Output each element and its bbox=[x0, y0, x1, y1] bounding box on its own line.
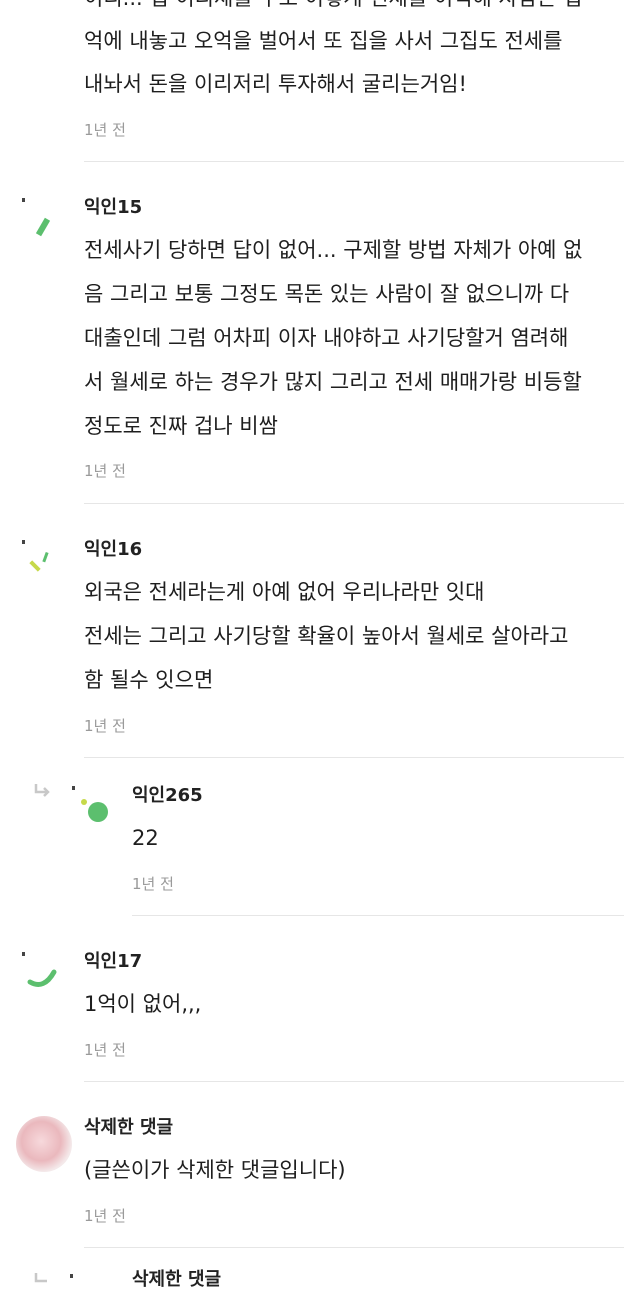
comment-body-line: 전세는 그리고 사기당할 확율이 높아서 월세로 살아라고 bbox=[84, 624, 569, 648]
comment-author[interactable]: 삭제한 댓글 bbox=[132, 1268, 221, 1292]
divider bbox=[84, 161, 624, 162]
comment-body-line: 22 bbox=[132, 826, 159, 850]
divider bbox=[84, 1247, 624, 1248]
comment-body-line: 전세사기 당하면 답이 없어... 구제할 방법 자체가 아예 없 bbox=[84, 238, 583, 262]
avatar-icon[interactable] bbox=[16, 1116, 72, 1172]
reply-arrow-icon bbox=[34, 1273, 47, 1283]
comment-author[interactable]: 익인17 bbox=[84, 950, 142, 974]
comment-author[interactable]: 익인16 bbox=[84, 538, 142, 562]
comment-body-line: 음 그리고 보통 그정도 목돈 있는 사람이 잘 없으니까 다 bbox=[84, 282, 570, 306]
avatar-icon[interactable] bbox=[68, 784, 112, 828]
comment-body-line: 1억이 없어,,, bbox=[84, 992, 202, 1016]
comment-body-line: 내놔서 돈을 이리저리 투자해서 굴리는거임! bbox=[84, 72, 467, 96]
comment-body-line: 정도로 진짜 겁나 비쌈 bbox=[84, 414, 278, 438]
avatar-icon[interactable] bbox=[18, 196, 62, 240]
comment-time: 1년 전 bbox=[84, 462, 126, 480]
divider bbox=[84, 757, 624, 758]
comment-author[interactable]: 익인15 bbox=[84, 196, 142, 220]
comment-body-line: (글쓴이가 삭제한 댓글입니다) bbox=[84, 1158, 346, 1182]
avatar-icon[interactable] bbox=[70, 1274, 73, 1278]
comment-author[interactable]: 익인265 bbox=[132, 784, 203, 808]
divider bbox=[84, 503, 624, 504]
comment-body-line: 함 될수 잇으면 bbox=[84, 668, 214, 692]
comment-time: 1년 전 bbox=[84, 1207, 126, 1225]
comment-time: 1년 전 bbox=[84, 1041, 126, 1059]
comment-body-line: 서 월세로 하는 경우가 많지 그리고 전세 매매가랑 비등할 bbox=[84, 370, 582, 394]
comment-body-line: 이리... 집 이리세를 수도 이렇게 전세를 이익해 사람은 집 bbox=[84, 0, 582, 15]
divider bbox=[84, 1081, 624, 1082]
comment-body-line: 억에 내놓고 오억을 벌어서 또 집을 사서 그집도 전세를 bbox=[84, 29, 563, 53]
divider bbox=[132, 915, 624, 916]
comment-author[interactable]: 삭제한 댓글 bbox=[84, 1116, 173, 1140]
comment-body-line: 대출인데 그럼 어차피 이자 내야하고 사기당할거 염려해 bbox=[84, 326, 569, 350]
comment-time: 1년 전 bbox=[132, 875, 174, 893]
comment-body-line: 외국은 전세라는게 아예 없어 우리나라만 잇대 bbox=[84, 580, 485, 604]
comment-time: 1년 전 bbox=[84, 121, 126, 139]
comment-time: 1년 전 bbox=[84, 717, 126, 735]
avatar-icon[interactable] bbox=[18, 950, 62, 994]
avatar-icon[interactable] bbox=[18, 538, 62, 582]
reply-arrow-icon bbox=[34, 784, 50, 797]
